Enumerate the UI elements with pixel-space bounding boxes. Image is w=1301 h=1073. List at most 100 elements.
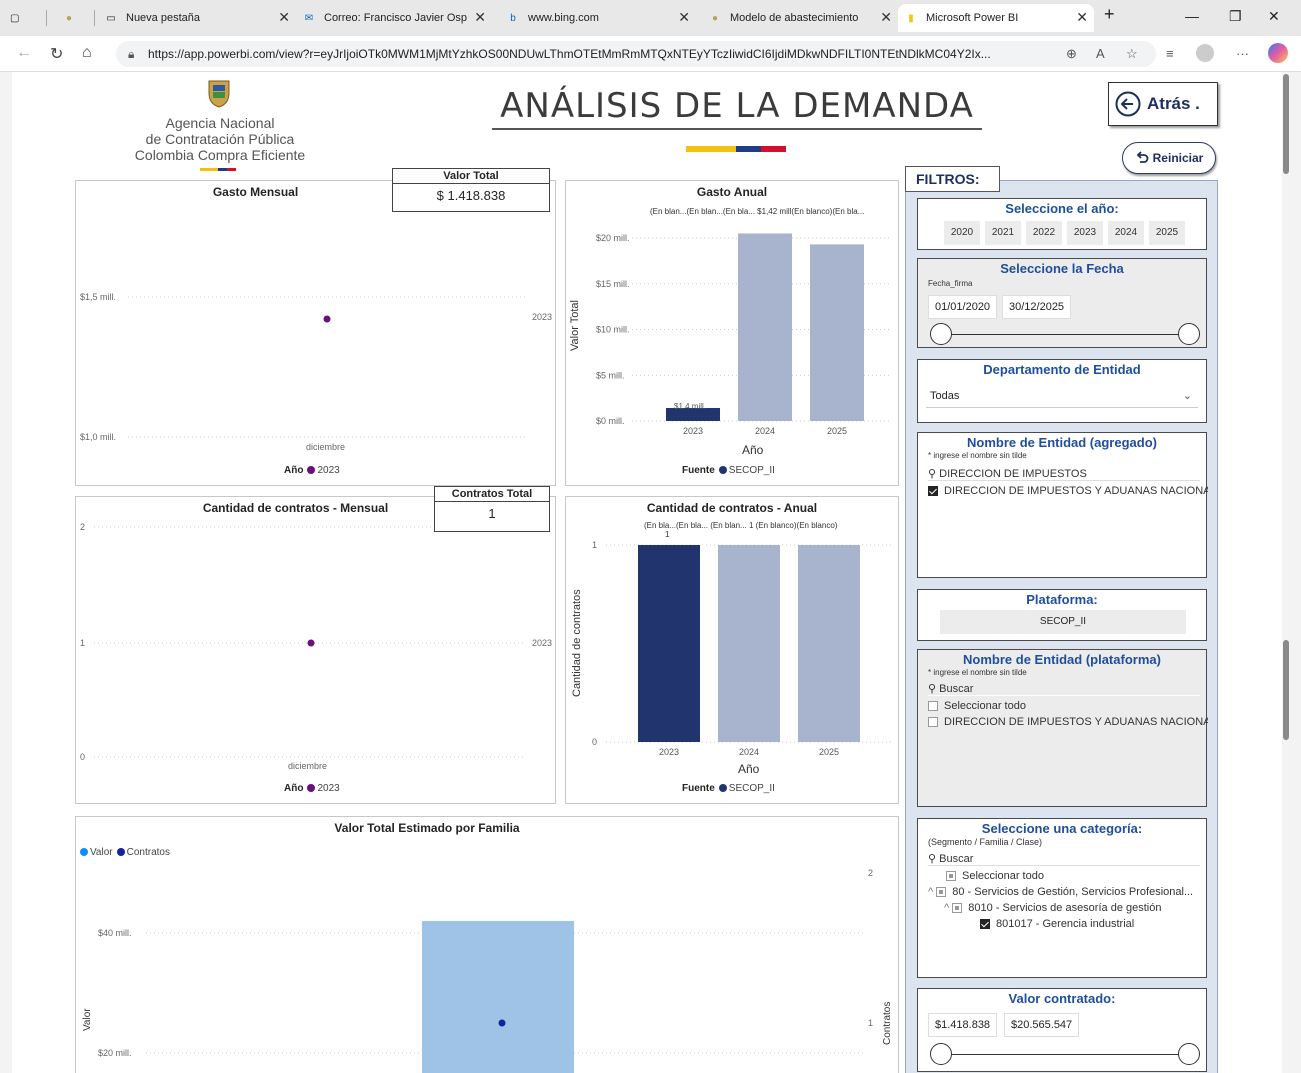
annual-count-visual[interactable]: Cantidad de contratos - Anual (En bla...… <box>565 496 899 804</box>
year-option[interactable]: 2023 <box>1067 221 1103 245</box>
y-tick: $1,5 mill. <box>80 292 116 302</box>
read-aloud-icon[interactable]: A <box>1096 46 1105 61</box>
year-option[interactable]: 2024 <box>1108 221 1144 245</box>
page-scrollbar-thumb[interactable] <box>1283 640 1289 740</box>
max-value-input[interactable]: $20.565.547 <box>1004 1013 1080 1037</box>
slicer-heading: Departamento de Entidad <box>983 362 1141 377</box>
x-tick: diciembre <box>288 761 327 771</box>
bar[interactable] <box>738 233 792 421</box>
list-item[interactable]: DIRECCION DE IMPUESTOS Y ADUANAS NACIONA… <box>928 485 1208 497</box>
tree-item-segment[interactable]: ^ 80 - Servicios de Gestión, Servicios P… <box>928 886 1206 898</box>
bar[interactable] <box>798 545 860 742</box>
bar[interactable] <box>422 921 574 1073</box>
min-value-handle[interactable] <box>930 1043 952 1065</box>
minimize-icon[interactable]: — <box>1185 8 1199 24</box>
sidebar-toggle[interactable]: ▢ <box>4 4 26 32</box>
tree-item-family[interactable]: ^ 8010 - Servicios de asesoría de gestió… <box>944 902 1206 914</box>
item-label: Seleccionar todo <box>962 870 1044 882</box>
tab-pinned[interactable]: ● <box>58 4 82 32</box>
search-icon: ⚲ <box>928 853 937 865</box>
end-date-input[interactable]: 30/12/2025 <box>1002 295 1072 319</box>
shield-icon: ● <box>65 12 73 24</box>
bar[interactable] <box>718 545 780 742</box>
copilot-icon[interactable] <box>1268 43 1288 63</box>
monthly-spend-visual[interactable]: Gasto Mensual $1,5 mill. $1,0 mill. 2023… <box>75 180 556 486</box>
list-item[interactable]: DIRECCION DE IMPUESTOS Y ADUANAS NACIONA… <box>928 716 1208 728</box>
y-tick: $10 mill. <box>596 325 630 335</box>
year-option[interactable]: 2021 <box>985 221 1021 245</box>
more-menu-icon[interactable]: ··· <box>1236 46 1249 61</box>
year-option[interactable]: 2022 <box>1026 221 1062 245</box>
chevron-up-icon[interactable]: ^ <box>928 886 933 898</box>
start-date-handle[interactable] <box>930 323 952 345</box>
favorite-star-icon[interactable]: ☆ <box>1126 46 1138 62</box>
refresh-icon[interactable]: ↻ <box>50 44 63 64</box>
home-icon[interactable]: ⌂ <box>82 44 92 62</box>
family-value-visual[interactable]: Valor Total Estimado por Familia Valor Co… <box>75 816 899 1073</box>
monthly-spend-chart: $1,5 mill. $1,0 mill. 2023 diciembre <box>80 292 552 452</box>
select-all-item[interactable]: Seleccionar todo <box>946 870 1044 882</box>
checkbox[interactable] <box>928 701 938 712</box>
reset-button[interactable]: Reiniciar <box>1122 142 1216 174</box>
close-icon[interactable]: ✕ <box>278 9 290 26</box>
filters-title: FILTROS: <box>905 166 1000 192</box>
close-window-icon[interactable]: ✕ <box>1268 8 1280 25</box>
year-option[interactable]: 2025 <box>1149 221 1185 245</box>
entity-search-input[interactable]: ⚲ Buscar <box>928 682 1200 696</box>
bar[interactable] <box>638 545 700 742</box>
checkbox[interactable] <box>980 919 990 930</box>
start-date-input[interactable]: 01/01/2020 <box>928 295 998 319</box>
tab-mail[interactable]: ✉ Correo: Francisco Javier Osp ✕ <box>296 4 492 32</box>
tree-item-class[interactable]: 801017 - Gerencia industrial <box>980 918 1134 930</box>
checkbox[interactable] <box>928 717 938 728</box>
annual-spend-visual[interactable]: Gasto Anual (En blan...(En blan...(En bl… <box>565 180 899 486</box>
monthly-count-visual[interactable]: Cantidad de contratos - Mensual 2 1 0 20… <box>75 496 556 804</box>
tab-model[interactable]: ● Modelo de abastecimiento ✕ <box>702 4 898 32</box>
date-slicer: Seleccione la Fecha Fecha_firma 01/01/20… <box>917 258 1207 348</box>
data-point[interactable] <box>498 1019 506 1027</box>
checkbox[interactable] <box>952 903 963 914</box>
select-all-item[interactable]: Seleccionar todo <box>928 700 1026 712</box>
tab-new[interactable]: ▭ Nueva pestaña ✕ <box>98 4 296 32</box>
year-option[interactable]: 2020 <box>944 221 980 245</box>
entity-search-input[interactable]: ⚲ DIRECCION DE IMPUESTOS <box>928 467 1200 481</box>
data-point[interactable] <box>307 639 315 647</box>
collections-icon[interactable]: ≡ <box>1166 46 1174 61</box>
back-arrow-icon[interactable]: ← <box>16 44 32 62</box>
restore-icon[interactable]: ❐ <box>1229 8 1242 25</box>
back-button[interactable]: Atrás . <box>1108 82 1218 126</box>
new-tab-icon[interactable]: + <box>1104 4 1115 25</box>
checkbox[interactable] <box>946 871 956 882</box>
x-tick: 2024 <box>739 747 759 757</box>
y-axis-label: Valor Total <box>569 300 581 351</box>
page-scrollbar-thumb[interactable] <box>1283 74 1289 174</box>
zoom-icon[interactable]: ⊕ <box>1066 46 1077 62</box>
end-date-handle[interactable] <box>1178 323 1200 345</box>
x-tick: 2025 <box>827 426 847 436</box>
bar[interactable] <box>810 244 864 421</box>
checkbox[interactable] <box>936 887 947 898</box>
search-value: DIRECCION DE IMPUESTOS <box>939 468 1087 480</box>
close-icon[interactable]: ✕ <box>1076 9 1088 26</box>
y-tick: 1 <box>80 638 85 648</box>
y-tick: $20 mill. <box>98 1048 132 1058</box>
platform-option[interactable]: SECOP_II <box>940 610 1186 634</box>
url-field[interactable]: 🔒︎ https://app.powerbi.com/view?r=eyJrIj… <box>116 41 1156 67</box>
series-label: 2023 <box>532 312 552 322</box>
data-point[interactable] <box>323 315 331 323</box>
checkbox[interactable] <box>928 486 938 497</box>
search-icon: ⚲ <box>928 468 937 480</box>
close-icon[interactable]: ✕ <box>880 9 892 26</box>
close-icon[interactable]: ✕ <box>678 9 690 26</box>
department-dropdown[interactable]: Todas ⌄ <box>926 384 1198 408</box>
close-icon[interactable]: ✕ <box>474 9 486 26</box>
tab-powerbi[interactable]: ▮ Microsoft Power BI ✕ <box>898 4 1094 32</box>
chevron-up-icon[interactable]: ^ <box>944 902 949 914</box>
profile-avatar[interactable] <box>1196 44 1214 62</box>
category-search-input[interactable]: ⚲ Buscar <box>928 852 1200 866</box>
max-value-handle[interactable] <box>1178 1043 1200 1065</box>
min-value-input[interactable]: $1.418.838 <box>928 1013 998 1037</box>
tab-bing[interactable]: b www.bing.com ✕ <box>500 4 696 32</box>
lock-icon: 🔒︎ <box>128 47 135 61</box>
undo-icon <box>1136 151 1149 163</box>
